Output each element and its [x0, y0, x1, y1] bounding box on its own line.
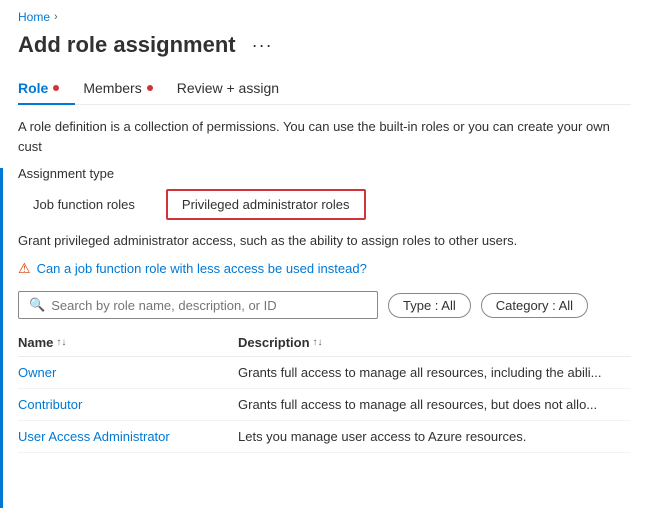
- role-type-row: Job function roles Privileged administra…: [18, 189, 631, 220]
- tab-role[interactable]: Role: [18, 72, 75, 104]
- tab-members-dot: [147, 85, 153, 91]
- page-header: Add role assignment ···: [0, 28, 649, 72]
- role-desc-owner: Grants full access to manage all resourc…: [238, 365, 631, 380]
- role-name-owner[interactable]: Owner: [18, 365, 238, 380]
- role-name-user-access[interactable]: User Access Administrator: [18, 429, 238, 444]
- warning-link[interactable]: Can a job function role with less access…: [37, 261, 367, 276]
- table-header: Name ↑↓ Description ↑↓: [18, 329, 631, 357]
- name-sort-icon[interactable]: ↑↓: [56, 337, 66, 348]
- type-filter-button[interactable]: Type : All: [388, 293, 471, 318]
- warning-row: ⚠ Can a job function role with less acce…: [18, 260, 631, 277]
- privileged-admin-roles-option[interactable]: Privileged administrator roles: [166, 189, 366, 220]
- role-name-contributor[interactable]: Contributor: [18, 397, 238, 412]
- description-text: A role definition is a collection of per…: [18, 117, 631, 156]
- breadcrumb-separator: ›: [54, 11, 58, 23]
- tabs: Role Members Review + assign: [18, 72, 631, 105]
- table-row: User Access Administrator Lets you manag…: [18, 421, 631, 453]
- content-area: Role Members Review + assign A role defi…: [0, 72, 649, 453]
- tab-review[interactable]: Review + assign: [177, 72, 295, 104]
- ellipsis-button[interactable]: ···: [246, 33, 279, 58]
- search-box[interactable]: 🔍: [18, 291, 378, 319]
- column-header-description: Description ↑↓: [238, 335, 631, 350]
- search-filter-row: 🔍 Type : All Category : All: [18, 291, 631, 319]
- breadcrumb-home[interactable]: Home: [18, 10, 50, 24]
- grant-text: Grant privileged administrator access, s…: [18, 232, 631, 250]
- search-input[interactable]: [51, 298, 367, 313]
- search-icon: 🔍: [29, 297, 45, 313]
- table-row: Contributor Grants full access to manage…: [18, 389, 631, 421]
- role-desc-user-access: Lets you manage user access to Azure res…: [238, 429, 631, 444]
- tab-role-dot: [53, 85, 59, 91]
- description-sort-icon[interactable]: ↑↓: [313, 337, 323, 348]
- page-title: Add role assignment: [18, 32, 236, 58]
- table-row: Owner Grants full access to manage all r…: [18, 357, 631, 389]
- column-header-name: Name ↑↓: [18, 335, 238, 350]
- tab-members[interactable]: Members: [83, 72, 168, 104]
- breadcrumb: Home ›: [0, 0, 649, 28]
- role-desc-contributor: Grants full access to manage all resourc…: [238, 397, 631, 412]
- left-accent-bar: [0, 168, 3, 508]
- warning-icon: ⚠: [18, 260, 31, 277]
- category-filter-button[interactable]: Category : All: [481, 293, 588, 318]
- job-function-roles-option[interactable]: Job function roles: [18, 190, 150, 219]
- assignment-type-label: Assignment type: [18, 166, 631, 181]
- role-table: Name ↑↓ Description ↑↓ Owner Grants full…: [18, 329, 631, 453]
